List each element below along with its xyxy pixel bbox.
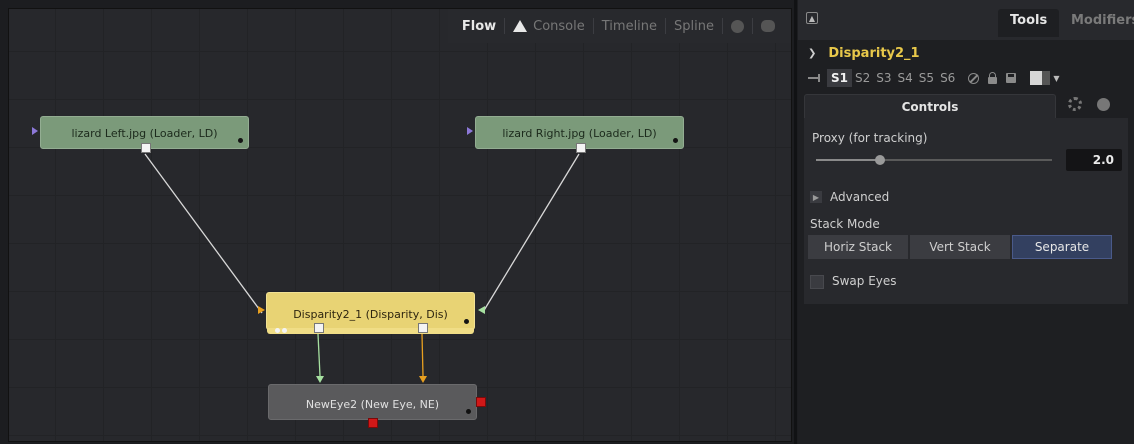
tab-tools[interactable]: Tools xyxy=(998,9,1060,37)
panel-divider[interactable] xyxy=(794,0,797,444)
node-label: Disparity2_1 (Disparity, Dis) xyxy=(293,308,448,321)
version-slot-s1[interactable]: S1 xyxy=(827,69,852,87)
node-indicator-dot xyxy=(282,328,287,333)
node-label: lizard Right.jpg (Loader, LD) xyxy=(502,127,657,140)
tab-flow[interactable]: Flow xyxy=(454,16,504,36)
tab-timeline[interactable]: Timeline xyxy=(594,16,665,36)
connection-wires xyxy=(144,153,580,377)
wire-disparity-to-neweye-green xyxy=(317,333,321,377)
chat-icon xyxy=(761,20,775,32)
version-slot-s3[interactable]: S3 xyxy=(873,71,894,85)
disparity-input-right-arrow[interactable] xyxy=(478,306,485,314)
inspector-header: ▲ Tools Modifiers xyxy=(798,0,1134,40)
stack-mode-label: Stack Mode xyxy=(810,217,880,231)
disable-icon[interactable] xyxy=(968,72,980,84)
tab-controls[interactable]: Controls xyxy=(804,94,1056,118)
swap-eyes-checkbox[interactable] xyxy=(810,275,824,289)
chevron-right-icon: ▶ xyxy=(812,192,820,202)
stack-mode-group: Horiz Stack Vert Stack Separate xyxy=(808,235,1112,259)
node-status-dot xyxy=(673,138,678,143)
node-disparity[interactable]: Disparity2_1 (Disparity, Dis) xyxy=(266,292,475,334)
gear-icon[interactable] xyxy=(1068,97,1082,111)
separate-button[interactable]: Separate xyxy=(1012,235,1112,259)
node-indicator-dot xyxy=(275,328,280,333)
version-bar: S1 S2 S3 S4 S5 S6 ▼ xyxy=(798,66,1134,90)
node-status-dot xyxy=(466,409,471,414)
save-icon[interactable] xyxy=(1006,73,1017,83)
node-neweye[interactable]: NewEye2 (New Eye, NE) xyxy=(268,384,477,420)
collapse-button[interactable]: ▲ xyxy=(806,12,818,24)
flow-tab-bar: Flow Console Timeline Spline xyxy=(447,9,791,43)
tab-console[interactable]: Console xyxy=(505,16,593,36)
loader-right-input-pin[interactable] xyxy=(467,127,473,135)
loader-left-input-pin[interactable] xyxy=(32,127,38,135)
horiz-stack-button[interactable]: Horiz Stack xyxy=(808,235,908,259)
warning-icon xyxy=(513,20,528,32)
node-status-dot xyxy=(238,138,243,143)
proxy-label: Proxy (for tracking) xyxy=(812,131,928,145)
neweye-output-pin[interactable] xyxy=(476,397,486,407)
tool-name: Disparity2_1 xyxy=(828,45,920,61)
proxy-value-field[interactable]: 2.0 xyxy=(1066,149,1122,171)
proxy-slider-handle[interactable] xyxy=(874,155,885,165)
node-loader-right[interactable]: lizard Right.jpg (Loader, LD) xyxy=(475,116,684,153)
inspector-panel: ▲ Tools Modifiers ❯ Disparity2_1 S1 S2 S… xyxy=(798,0,1134,444)
disparity-output-pin-left[interactable] xyxy=(314,323,324,333)
app-window: Flow Console Timeline Spline lizard Left… xyxy=(0,0,1134,444)
chat-button[interactable] xyxy=(753,16,783,36)
advanced-expander[interactable]: ▶ xyxy=(810,191,822,203)
chevron-down-icon[interactable]: ❯ xyxy=(808,48,816,59)
wire-right-to-disparity xyxy=(482,153,580,313)
node-footer xyxy=(267,328,474,334)
vert-stack-button[interactable]: Vert Stack xyxy=(910,235,1010,259)
disparity-input-left-arrow[interactable] xyxy=(258,306,265,314)
node-label: lizard Left.jpg (Loader, LD) xyxy=(71,127,218,140)
tool-header[interactable]: ❯ Disparity2_1 xyxy=(798,40,1134,66)
chevron-up-icon: ▲ xyxy=(808,13,816,23)
version-slot-s4[interactable]: S4 xyxy=(895,71,916,85)
disparity-output-pin-right[interactable] xyxy=(418,323,428,333)
controls-panel: Proxy (for tracking) 2.0 ▶ Advanced Stac… xyxy=(804,118,1128,304)
pin-icon[interactable] xyxy=(808,74,820,82)
neweye-mask-pin[interactable] xyxy=(368,418,378,428)
info-button[interactable] xyxy=(723,16,752,36)
advanced-label[interactable]: Advanced xyxy=(830,190,889,204)
loader-left-output-pin[interactable] xyxy=(141,143,151,153)
node-status-dot xyxy=(464,319,469,324)
node-label: NewEye2 (New Eye, NE) xyxy=(305,398,440,411)
flow-editor[interactable]: Flow Console Timeline Spline lizard Left… xyxy=(8,8,792,442)
loader-right-output-pin[interactable] xyxy=(576,143,586,153)
version-slot-s6[interactable]: S6 xyxy=(937,71,958,85)
lock-icon[interactable] xyxy=(988,71,998,84)
neweye-input-left-arrow[interactable] xyxy=(316,376,324,383)
tab-modifiers[interactable]: Modifiers xyxy=(1071,13,1134,28)
info-icon[interactable] xyxy=(1097,98,1110,111)
swap-eyes-label: Swap Eyes xyxy=(832,274,897,288)
node-loader-left[interactable]: lizard Left.jpg (Loader, LD) xyxy=(40,116,249,153)
proxy-slider[interactable] xyxy=(816,155,1052,165)
wire-left-to-disparity xyxy=(144,153,263,314)
tile-color-swatch[interactable] xyxy=(1030,71,1051,85)
dropdown-caret-icon[interactable]: ▼ xyxy=(1053,74,1059,83)
tab-spline[interactable]: Spline xyxy=(666,16,722,36)
neweye-input-right-arrow[interactable] xyxy=(419,376,427,383)
proxy-slider-fill xyxy=(816,159,880,161)
wire-disparity-to-neweye-orange xyxy=(421,333,424,377)
info-icon xyxy=(731,19,744,33)
version-slot-s5[interactable]: S5 xyxy=(916,71,937,85)
version-slot-s2[interactable]: S2 xyxy=(852,71,873,85)
inspector-subtabs: Controls xyxy=(798,92,1134,118)
